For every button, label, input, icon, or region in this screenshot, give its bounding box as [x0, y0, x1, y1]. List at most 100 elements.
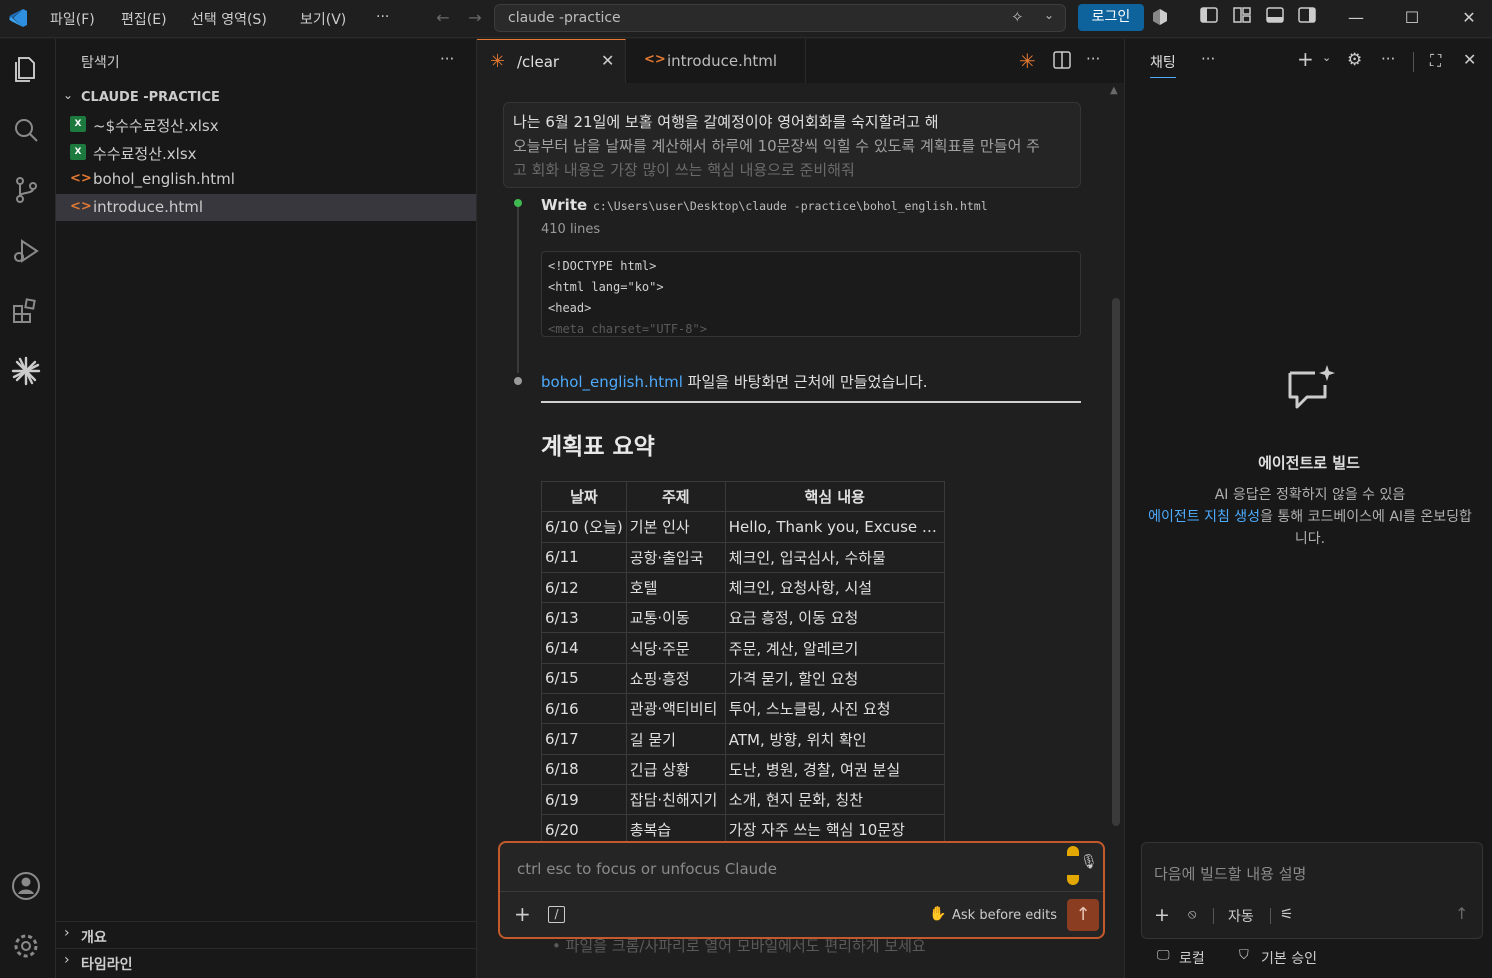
forward-arrow-icon[interactable]: → — [463, 7, 487, 29]
account-sphere-icon[interactable] — [1148, 7, 1172, 29]
layout-icon[interactable] — [1230, 7, 1254, 29]
vertical-scrollbar[interactable] — [1112, 298, 1120, 826]
add-attachment-icon[interactable]: + — [514, 902, 531, 926]
table-cell: 관광·액티비티 — [625, 693, 726, 725]
summary-heading: 계획표 요약 — [541, 434, 655, 460]
generate-instructions-link[interactable]: 에이전트 지침 생성 — [1148, 509, 1260, 525]
table-cell: 6/11 — [541, 541, 627, 573]
search-text: claude -practice — [508, 10, 621, 26]
toggle-sidebar-icon[interactable] — [1197, 7, 1221, 29]
default-approval-label[interactable]: 기본 승인 — [1261, 948, 1317, 968]
chat-input-box[interactable]: 다음에 빌드할 내용 설명 + ⦸ 자동 ⚟ ↑ — [1141, 842, 1483, 939]
table-cell: 공항·출입국 — [625, 541, 726, 573]
search-icon[interactable] — [10, 114, 42, 146]
menu-edit[interactable]: 편집(E) — [121, 9, 167, 29]
settings-gear-icon[interactable] — [10, 930, 42, 962]
file-item-selected[interactable]: <> introduce.html — [56, 194, 476, 221]
file-item[interactable]: <> bohol_english.html — [56, 166, 476, 193]
claude-conversation: 나는 6월 21일에 보홀 여행을 갈예정이야 영어회화를 숙지할려고 해 오늘… — [477, 83, 1124, 978]
chat-desc-text: AI 응답은 정확하지 않을 수 있음 — [1214, 487, 1406, 503]
scroll-up-arrow-icon[interactable]: ▲ — [1110, 85, 1118, 96]
minimize-icon[interactable]: — — [1344, 7, 1368, 29]
code-preview[interactable]: <!DOCTYPE html> <html lang="ko"> <head> … — [541, 251, 1081, 337]
close-panel-icon[interactable]: ✕ — [1463, 50, 1476, 69]
table-cell: 체크인, 입국심사, 수하물 — [724, 541, 945, 573]
command-center-search[interactable]: claude -practice ✧ ⌄ — [494, 4, 1066, 32]
tab-introduce-html[interactable]: <> introduce.html — [626, 39, 806, 83]
chevron-down-icon[interactable]: ⌄ — [1322, 51, 1331, 64]
maximize-icon[interactable]: ☐ — [1400, 7, 1424, 29]
table-cell: 투어, 스노클링, 사진 요청 — [724, 693, 945, 725]
table-cell: 6/12 — [541, 571, 627, 604]
add-context-icon[interactable]: + — [1154, 904, 1170, 926]
table-cell: 6/10 (오늘) — [541, 511, 627, 543]
run-debug-icon[interactable] — [10, 235, 42, 267]
code-line: <head> — [548, 301, 592, 315]
more-menu-icon[interactable]: ··· — [376, 9, 389, 25]
timeline-section[interactable]: › 타임라인 — [56, 948, 476, 975]
file-name: 수수료정산.xlsx — [93, 145, 197, 163]
project-folder-header[interactable]: ⌄ CLAUDE -PRACTICE — [56, 84, 476, 111]
table-row: 6/14 식당·주문 주문, 계산, 알레르기 — [541, 632, 945, 664]
send-button[interactable]: ↑ — [1067, 899, 1099, 931]
auto-model-selector[interactable]: 자동 — [1228, 906, 1254, 926]
editor-more-icon[interactable]: ··· — [1086, 50, 1100, 68]
file-link[interactable]: bohol_english.html — [541, 373, 683, 391]
new-chat-icon[interactable]: + — [1297, 47, 1314, 71]
vscode-logo-icon — [6, 7, 30, 29]
outline-section[interactable]: › 개요 — [56, 921, 476, 948]
agent-mode-icon[interactable]: ⦸ — [1188, 907, 1196, 922]
claude-sparkle-icon[interactable]: ✳ — [1019, 49, 1036, 73]
microphone-icon[interactable]: 🎙 — [1080, 854, 1098, 870]
split-editor-icon[interactable] — [1053, 51, 1071, 73]
chat-input-placeholder: 다음에 빌드할 내용 설명 — [1154, 865, 1307, 883]
chat-desc-text: 을 통해 코드베이스에 AI를 온보딩합니다. — [1260, 509, 1472, 547]
file-name: bohol_english.html — [93, 170, 235, 188]
maximize-panel-icon[interactable]: ⛶ — [1430, 51, 1441, 71]
chat-options-icon[interactable]: ··· — [1381, 50, 1395, 68]
claude-prompt-input[interactable]: ctrl esc to focus or unfocus Claude 🎙 + … — [498, 841, 1105, 939]
close-window-icon[interactable]: ✕ — [1457, 7, 1481, 29]
tab-chat[interactable]: 채팅 — [1150, 52, 1176, 78]
mode-selector[interactable]: Ask before edits — [952, 908, 1057, 923]
copilot-chat-icon[interactable]: ✧ — [1011, 8, 1024, 26]
tool-write-lines: 410 lines — [541, 222, 601, 237]
extensions-icon[interactable] — [10, 295, 42, 327]
menu-selection[interactable]: 선택 영역(S) — [191, 9, 267, 29]
table-cell: 6/13 — [541, 602, 627, 634]
menu-file[interactable]: 파일(F) — [50, 9, 95, 29]
account-icon[interactable] — [10, 870, 42, 902]
login-button[interactable]: 로그인 — [1078, 4, 1144, 31]
tool-write-path[interactable]: c:\Users\user\Desktop\claude -practice\b… — [593, 199, 988, 213]
ghost-bullet-label: 파일을 크롬/사파리로 열어 모바일에서도 편리하게 보세요 — [565, 937, 926, 955]
divider — [541, 401, 1081, 403]
code-line: <meta charset="UTF-8"> — [548, 322, 707, 336]
chevron-down-icon[interactable]: ⌄ — [1044, 8, 1054, 22]
tools-settings-icon[interactable]: ⚟ — [1280, 905, 1293, 923]
back-arrow-icon[interactable]: ← — [431, 7, 455, 29]
tab-claude-clear[interactable]: ✳ /clear ✕ — [477, 39, 626, 83]
source-control-icon[interactable] — [10, 174, 42, 206]
toggle-panel-icon[interactable] — [1263, 7, 1287, 29]
user-message[interactable]: 나는 6월 21일에 보홀 여행을 갈예정이야 영어회화를 숙지할려고 해 오늘… — [503, 102, 1081, 188]
chat-more-icon[interactable]: ··· — [1201, 50, 1215, 68]
tab-label: /clear — [517, 53, 560, 71]
claude-icon[interactable] — [10, 355, 42, 387]
local-label[interactable]: 로컬 — [1179, 948, 1205, 968]
file-item[interactable]: X 수수료정산.xlsx — [56, 139, 476, 166]
explorer-more-icon[interactable]: ··· — [440, 50, 454, 68]
slash-command-icon[interactable]: / — [548, 906, 565, 923]
html-file-icon: <> — [70, 199, 92, 214]
table-cell: 가격 묻기, 할인 요청 — [724, 662, 945, 695]
status-indicator-icon — [1067, 875, 1079, 885]
toggle-secondary-sidebar-icon[interactable] — [1295, 7, 1319, 29]
table-cell: 교통·이동 — [625, 602, 726, 634]
chat-settings-gear-icon[interactable]: ⚙ — [1347, 50, 1362, 70]
table-row: 6/11 공항·출입국 체크인, 입국심사, 수하물 — [541, 541, 945, 573]
file-item[interactable]: X ~$수수료정산.xlsx — [56, 111, 476, 138]
menu-view[interactable]: 보기(V) — [300, 9, 346, 29]
chevron-right-icon: › — [64, 952, 70, 968]
explorer-icon[interactable] — [10, 53, 42, 85]
close-tab-icon[interactable]: ✕ — [601, 51, 614, 70]
send-arrow-icon[interactable]: ↑ — [1455, 904, 1468, 923]
